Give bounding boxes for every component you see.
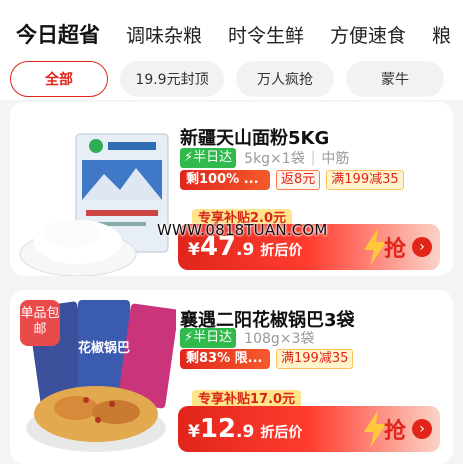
- rebate-badge: 返8元: [276, 170, 321, 190]
- stock-badge: 剩100% ...: [180, 170, 270, 190]
- tab-fresh[interactable]: 时令生鲜: [228, 21, 304, 48]
- buy-button[interactable]: 抢 ›: [360, 406, 440, 452]
- promo-row: 剩83% 限... 满199减35: [180, 348, 354, 370]
- lightning-icon: ⚡: [184, 330, 194, 345]
- tab-today-saving[interactable]: 今日超省: [16, 19, 100, 49]
- product-title[interactable]: 新疆天山面粉5KG: [180, 124, 329, 150]
- promo-row: 剩100% ... 返8元 满199减35: [180, 169, 404, 191]
- category-tabs: 今日超省 调味杂粮 时令生鲜 方便速食 粮: [0, 14, 463, 54]
- filter-chip-mengniu[interactable]: 蒙牛: [346, 61, 444, 97]
- spec-text: 108g×3袋: [244, 331, 315, 347]
- price: ¥ 12 .9 折后价: [188, 414, 303, 444]
- full-reduce-badge: 满199减35: [276, 349, 354, 369]
- full-reduce-badge: 满199减35: [326, 170, 404, 190]
- chevron-right-icon: ›: [412, 237, 432, 257]
- top-bar: 今日超省 调味杂粮 时令生鲜 方便速食 粮 全部 19.9元封顶 万人疯抢 蒙牛: [0, 0, 463, 100]
- watermark: WWW.0818TUAN.COM: [157, 221, 328, 239]
- tab-instant-food[interactable]: 方便速食: [330, 21, 406, 48]
- product-card[interactable]: 新疆天山面粉5KG ⚡半日达 5kg×1袋 | 中筋 剩100% ... 返8元…: [10, 102, 453, 276]
- tag-row: ⚡半日达 108g×3袋: [180, 328, 314, 348]
- spec-text: 5kg×1袋: [244, 151, 305, 167]
- chevron-right-icon: ›: [412, 419, 432, 439]
- package-art-text: 花椒锅巴: [78, 340, 130, 356]
- tab-seasoning-grains[interactable]: 调味杂粮: [126, 21, 202, 48]
- half-day-badge: ⚡半日达: [180, 148, 237, 168]
- spec-divider: |: [310, 150, 316, 166]
- price-bar[interactable]: ¥ 12 .9 折后价 抢 ›: [178, 406, 440, 452]
- filter-chip-hot[interactable]: 万人疯抢: [236, 61, 334, 97]
- lightning-icon: ⚡: [184, 150, 194, 165]
- filter-chip-price-cap[interactable]: 19.9元封顶: [120, 61, 224, 97]
- filter-chip-all[interactable]: 全部: [10, 61, 108, 97]
- free-shipping-badge: 单品包邮: [20, 300, 60, 346]
- half-day-badge: ⚡半日达: [180, 328, 237, 348]
- product-card[interactable]: 花椒锅巴 单品包邮 襄遇二阳花椒锅巴3袋 ⚡半日达 108g×3袋 剩83% 限…: [10, 290, 453, 464]
- tag-row: ⚡半日达 5kg×1袋 | 中筋: [180, 148, 349, 168]
- filter-chips: 全部 19.9元封顶 万人疯抢 蒙牛: [10, 61, 444, 97]
- flour-bag-image: [19, 133, 169, 276]
- buy-button[interactable]: 抢 ›: [360, 224, 440, 270]
- stock-badge: 剩83% 限...: [180, 349, 270, 369]
- attr-text: 中筋: [321, 151, 350, 167]
- tab-grain[interactable]: 粮: [432, 21, 451, 48]
